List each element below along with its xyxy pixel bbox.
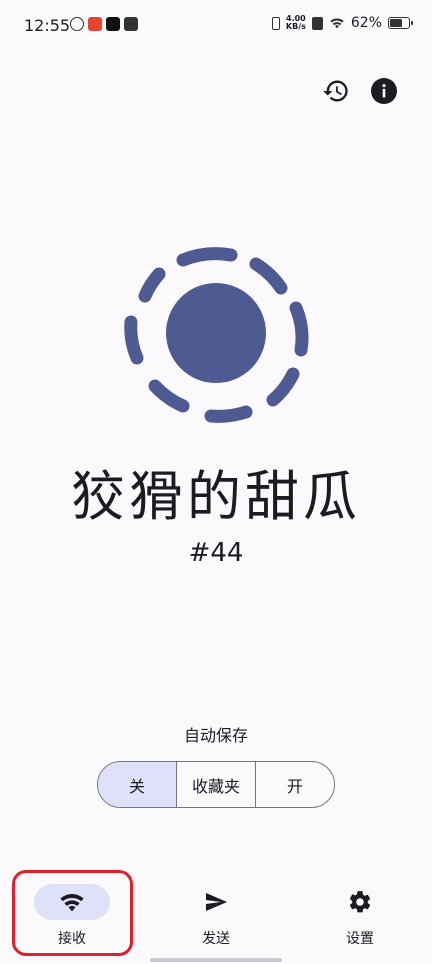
avatar-ring-segment (138, 267, 166, 303)
net-speed: 4.00 KB/s (286, 15, 306, 31)
status-right: 4.00 KB/s 62% (271, 15, 413, 31)
gear-icon (349, 891, 371, 913)
autosave-option-favorites[interactable]: 收藏夹 (177, 762, 256, 807)
screen: 12:55 4.00 KB/s 62% 狡猾的甜瓜 #44 自动保存 关 收藏夹… (0, 0, 432, 964)
nav-pill-send (178, 884, 254, 920)
autosave-label: 自动保存 (183, 726, 248, 745)
wifi-status-icon (330, 18, 344, 29)
notification-app-icon (88, 17, 102, 31)
device-id: #44 (188, 538, 244, 568)
status-bar: 12:55 4.00 KB/s 62% (0, 0, 432, 52)
history-icon (323, 80, 348, 102)
avatar-ring-segment (204, 405, 253, 423)
vibrate-icon (271, 16, 280, 30)
send-icon (206, 893, 227, 911)
nav-label-send: 发送 (202, 931, 230, 947)
info-button[interactable] (369, 76, 399, 106)
device-name: 狡猾的甜瓜 (71, 465, 361, 528)
history-button[interactable] (321, 76, 351, 106)
autosave-segmented-control: 关 收藏夹 开 (97, 761, 335, 808)
avatar-ring-segment (289, 301, 309, 357)
avatar-ring-segment (266, 367, 300, 407)
status-time: 12:55 (24, 16, 71, 35)
nav-pill-settings (322, 884, 398, 920)
avatar-ring-segment (124, 315, 144, 365)
receive-highlight-box (12, 870, 133, 956)
autosave-option-off[interactable]: 关 (98, 762, 177, 807)
avatar-ring-segment (249, 257, 288, 295)
net-speed-unit: KB/s (285, 22, 306, 31)
avatar-ring-segment (176, 247, 238, 267)
home-indicator[interactable] (150, 958, 282, 962)
info-icon (371, 78, 397, 104)
nav-item-settings[interactable]: 设置 (288, 868, 432, 958)
tiktok-icon (106, 17, 120, 31)
notification-app-icon (124, 17, 138, 31)
autosave-option-on[interactable]: 开 (256, 762, 334, 807)
notification-app-icon (70, 17, 84, 31)
nav-item-send[interactable]: 发送 (144, 868, 288, 958)
avatar-ring-segment (148, 379, 190, 413)
no-sim-icon (311, 16, 323, 30)
avatar-center (166, 283, 266, 383)
device-avatar (124, 247, 309, 423)
battery-percent: 62% (350, 15, 382, 31)
nav-label-settings: 设置 (346, 931, 374, 947)
battery-icon (388, 17, 413, 29)
